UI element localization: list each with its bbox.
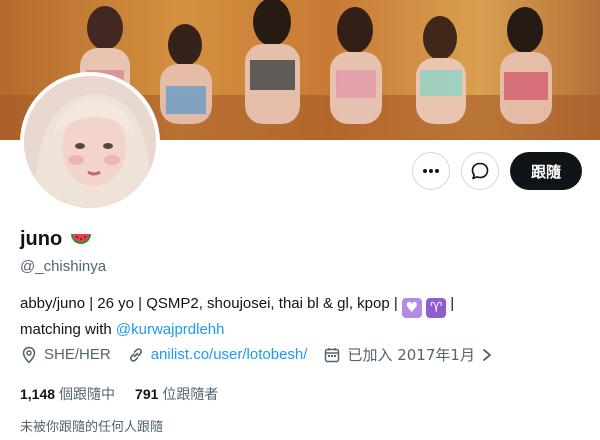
profile-avatar[interactable]	[20, 72, 160, 212]
website-link[interactable]: anilist.co/user/lotobesh/	[151, 346, 308, 363]
aries-icon: ♈	[426, 298, 447, 318]
following-label: 個跟隨中	[59, 387, 116, 403]
bio-mention-link[interactable]: @kurwajprdlehh	[116, 321, 225, 338]
following-count: 1,148	[20, 386, 56, 402]
more-horizontal-icon	[423, 169, 439, 173]
pronouns-item: SHE/HER	[20, 346, 111, 364]
profile-name-row: juno	[20, 228, 92, 251]
chevron-right-icon	[483, 348, 491, 361]
profile-meta: SHE/HER anilist.co/user/lotobesh/ 已加入 20…	[20, 344, 509, 365]
bio-pipe: |	[446, 295, 455, 312]
profile-name: juno	[20, 228, 63, 250]
bio-text: abby/juno | 26 yo | QSMP2, shoujosei, th…	[20, 295, 398, 312]
website-item[interactable]: anilist.co/user/lotobesh/	[127, 346, 308, 364]
following-stat[interactable]: 1,148 個跟隨中	[20, 384, 115, 404]
avatar-image	[24, 76, 156, 208]
pronouns-text: SHE/HER	[44, 346, 111, 363]
joined-text: 已加入 2017年1月	[347, 346, 475, 364]
joined-item[interactable]: 已加入 2017年1月	[323, 344, 493, 365]
followers-stat[interactable]: 791 位跟隨者	[135, 384, 218, 404]
followers-you-know-note: 未被你跟隨的任何人跟隨	[20, 420, 164, 435]
followers-label: 位跟隨者	[162, 387, 219, 403]
purple-heart-icon: ♥	[401, 298, 422, 318]
location-pin-icon	[22, 346, 36, 364]
message-button[interactable]	[461, 152, 499, 190]
bio-matching-text: matching with	[20, 321, 116, 338]
calendar-icon	[325, 347, 340, 362]
follow-stats: 1,148 個跟隨中 791 位跟隨者	[20, 384, 218, 404]
bio-line-2: matching with @kurwajprdlehh	[20, 318, 580, 341]
watermelon-emoji-icon	[71, 233, 92, 244]
profile-handle: @_chishinya	[20, 258, 107, 275]
follow-button[interactable]: 跟隨	[510, 152, 582, 190]
more-button[interactable]	[412, 152, 450, 190]
message-bubble-icon	[471, 162, 489, 180]
bio-line-1: abby/juno | 26 yo | QSMP2, shoujosei, th…	[20, 292, 580, 318]
profile-bio: abby/juno | 26 yo | QSMP2, shoujosei, th…	[20, 292, 580, 341]
followers-count: 791	[135, 386, 159, 402]
link-icon	[129, 347, 142, 362]
